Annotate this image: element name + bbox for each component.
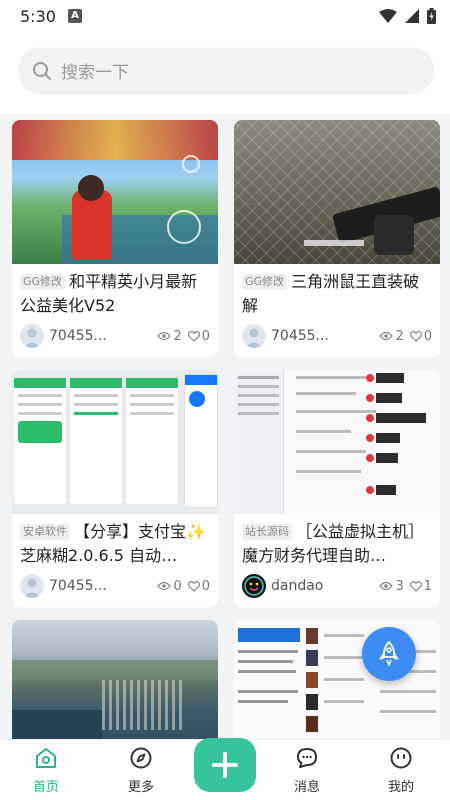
post-footer: 70455... 2 0	[20, 323, 210, 349]
author-name[interactable]: 70455...	[271, 328, 329, 344]
signal-icon	[405, 9, 419, 23]
plus-icon	[212, 752, 238, 778]
eye-icon	[157, 331, 172, 341]
post-card[interactable]: 安卓软件 【分享】支付宝✨芝麻糊2.0.6.5 自动… 70455... 0 0	[12, 370, 218, 607]
nav-more-label: 更多	[127, 780, 154, 795]
view-count: 3	[379, 578, 404, 594]
search-icon	[33, 61, 51, 80]
like-count[interactable]: 0	[409, 328, 432, 344]
post-title[interactable]: 安卓软件 【分享】支付宝✨芝麻糊2.0.6.5 自动…	[12, 514, 218, 572]
rocket-icon	[379, 641, 399, 666]
smiley-avatar-icon	[244, 576, 264, 596]
post-footer: 70455... 2 0	[242, 323, 432, 349]
status-time: 5:30	[20, 6, 56, 26]
nav-item-more[interactable]: 更多	[111, 746, 171, 795]
view-count-value: 3	[395, 578, 404, 594]
like-count[interactable]: 0	[187, 578, 210, 594]
heart-icon	[187, 580, 200, 592]
search-input[interactable]: 搜索一下	[18, 47, 434, 94]
post-thumbnail-game	[12, 120, 218, 264]
post-card[interactable]: 站长源码 ［公益虚拟主机］魔方财务代理自助… dandao 3 1	[234, 370, 440, 607]
post-footer: 70455... 0 0	[20, 573, 210, 599]
chat-icon	[297, 748, 317, 768]
user-avatar-icon	[23, 328, 41, 348]
avatar[interactable]	[242, 324, 266, 348]
heart-icon	[409, 330, 422, 342]
post-title[interactable]: 站长源码 ［公益虚拟主机］魔方财务代理自助…	[234, 514, 440, 572]
header: 搜索一下	[0, 32, 450, 114]
like-count[interactable]: 1	[409, 578, 432, 594]
post-thumbnail-app-screens	[12, 370, 218, 514]
search-placeholder: 搜索一下	[61, 63, 129, 83]
status-bar: 5:30 A	[0, 0, 450, 32]
post-card[interactable]: GG修改 和平精英小月最新公益美化V52 70455... 2 0	[12, 120, 218, 357]
like-count-value: 1	[423, 578, 432, 594]
like-count-value: 0	[201, 578, 210, 594]
view-count: 2	[157, 328, 182, 344]
post-stats: 0 0	[157, 579, 210, 594]
eye-icon	[157, 581, 172, 591]
avatar[interactable]	[20, 574, 44, 598]
author-name[interactable]: 70455...	[49, 578, 107, 594]
nav-item-messages[interactable]: 消息	[277, 746, 337, 795]
notification-icon: A	[67, 9, 82, 23]
post-title[interactable]: GG修改 和平精英小月最新公益美化V52	[12, 264, 218, 322]
view-count-value: 0	[173, 578, 182, 594]
view-count-value: 2	[173, 328, 182, 344]
avatar[interactable]	[242, 574, 266, 598]
user-avatar-icon	[245, 328, 263, 348]
like-count[interactable]: 0	[187, 328, 210, 344]
author-name[interactable]: dandao	[271, 578, 323, 594]
post-stats: 3 1	[379, 579, 432, 594]
nav-item-home[interactable]: 首页	[16, 746, 76, 795]
post-thumbnail-settings	[234, 370, 440, 514]
compass-icon	[130, 747, 152, 769]
scroll-top-button[interactable]	[362, 627, 416, 681]
heart-icon	[409, 580, 422, 592]
nav-home-label: 首页	[32, 780, 59, 795]
post-card[interactable]: GG修改 三角洲鼠王直装破解 70455... 2 0	[234, 120, 440, 357]
view-count: 0	[157, 578, 182, 594]
nav-item-mine[interactable]: 我的	[371, 746, 431, 795]
heart-icon	[187, 330, 200, 342]
like-count-value: 0	[201, 328, 210, 344]
post-stats: 2 0	[157, 329, 210, 344]
nav-messages-label: 消息	[293, 780, 320, 795]
post-tag: 安卓软件	[20, 524, 70, 540]
nav-mine-label: 我的	[387, 780, 414, 795]
status-icons	[379, 8, 436, 24]
like-count-value: 0	[423, 328, 432, 344]
view-count-value: 2	[395, 328, 404, 344]
post-thumbnail-shooter	[234, 120, 440, 264]
post-card[interactable]	[12, 620, 218, 739]
avatar[interactable]	[20, 324, 44, 348]
post-stats: 2 0	[379, 329, 432, 344]
post-footer: dandao 3 1	[242, 573, 432, 599]
post-tag: GG修改	[242, 274, 288, 290]
battery-icon	[427, 8, 436, 24]
eye-icon	[379, 581, 394, 591]
create-post-button[interactable]	[194, 738, 256, 792]
user-avatar-icon	[23, 578, 41, 598]
view-count: 2	[379, 328, 404, 344]
eye-icon	[379, 331, 394, 341]
face-icon	[390, 747, 412, 769]
author-name[interactable]: 70455...	[49, 328, 107, 344]
home-icon	[36, 748, 56, 768]
wifi-icon	[379, 9, 397, 23]
post-tag: 站长源码	[242, 524, 292, 540]
post-title[interactable]: GG修改 三角洲鼠王直装破解	[234, 264, 440, 322]
post-thumbnail-city	[12, 620, 218, 739]
bottom-nav: 首页 更多 消息 我的	[0, 738, 450, 800]
post-tag: GG修改	[20, 274, 66, 290]
